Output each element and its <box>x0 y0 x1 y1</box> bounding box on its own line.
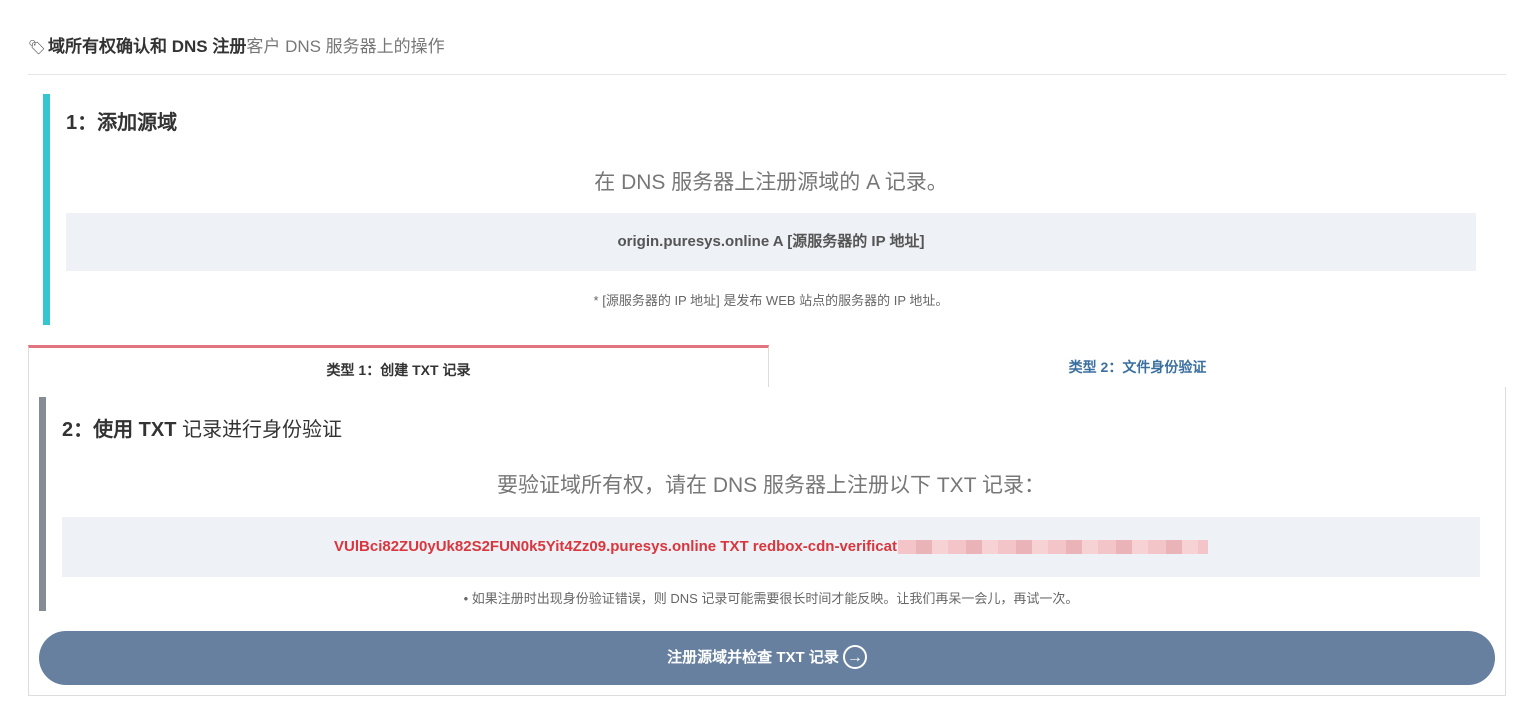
step2-description: 要验证域所有权，请在 DNS 服务器上注册以下 TXT 记录： <box>497 474 1045 497</box>
step1-accent-bar <box>43 94 50 325</box>
tab-create-txt-record[interactable]: 类型 1：创建 TXT 记录 <box>28 345 769 388</box>
txt-record-text: VUlBci82ZU0yUk82S2FUN0k5Yit4Zz09.puresys… <box>334 538 897 555</box>
page-title: 域所有权确认和 DNS 注册 <box>48 37 247 56</box>
page-header: 🏷 域所有权确认和 DNS 注册客户 DNS 服务器上的操作 <box>28 34 1506 75</box>
verification-type-tabs: 类型 1：创建 TXT 记录 类型 2：文件身份验证 <box>28 345 1506 388</box>
step2-txt-verification: 2：使用 TXT 记录进行身份验证 要验证域所有权，请在 DNS 服务器上注册以… <box>39 397 1489 611</box>
redacted-token <box>897 540 1208 555</box>
step1-add-origin-domain: 1：添加源域 在 DNS 服务器上注册源域的 A 记录。 origin.pure… <box>43 94 1506 325</box>
step1-note: * [源服务器的 IP 地址] 是发布 WEB 站点的服务器的 IP 地址。 <box>593 293 949 308</box>
arrow-right-circle-icon: → <box>842 645 867 670</box>
tab-panel-txt: 2：使用 TXT 记录进行身份验证 要验证域所有权，请在 DNS 服务器上注册以… <box>28 387 1506 696</box>
step2-title: 2：使用 TXT 记录进行身份验证 <box>62 417 343 441</box>
register-and-check-button[interactable]: 注册源域并检查 TXT 记录 → <box>39 631 1495 685</box>
step2-accent-bar <box>39 397 46 611</box>
register-button-label: 注册源域并检查 TXT 记录 <box>667 649 839 666</box>
tab-file-verification[interactable]: 类型 2：文件身份验证 <box>769 345 1506 388</box>
step1-description: 在 DNS 服务器上注册源域的 A 记录。 <box>594 171 948 194</box>
step1-dns-record: origin.puresys.online A [源服务器的 IP 地址] <box>66 213 1476 271</box>
step2-txt-record: VUlBci82ZU0yUk82S2FUN0k5Yit4Zz09.puresys… <box>62 517 1480 577</box>
page-subtitle: 客户 DNS 服务器上的操作 <box>246 37 445 56</box>
step1-title: 1：添加源域 <box>66 112 178 134</box>
tag-icon: 🏷 <box>28 39 46 55</box>
step2-note: • 如果注册时出现身份验证错误，则 DNS 记录可能需要很长时间才能反映。让我们… <box>463 591 1079 606</box>
